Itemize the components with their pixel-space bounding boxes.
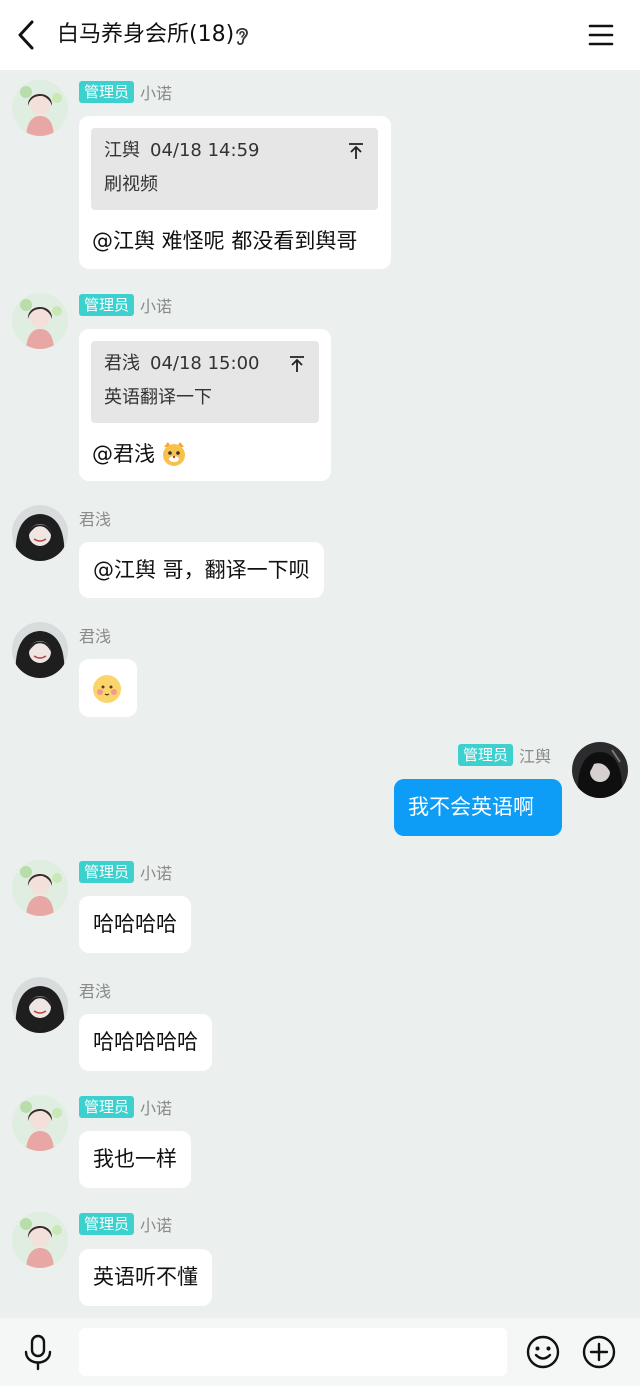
message-bubble[interactable]: 哈哈哈哈 xyxy=(79,896,191,953)
quote-time: 04/18 14:59 xyxy=(150,140,260,161)
avatar[interactable] xyxy=(12,505,68,561)
avatar[interactable] xyxy=(12,293,68,349)
message-text: @江舆 难怪呢 都没看到舆哥 xyxy=(92,229,358,253)
jump-up-icon[interactable] xyxy=(347,142,365,160)
cat-emoji-icon xyxy=(163,442,185,466)
message-bubble[interactable]: 我不会英语啊 xyxy=(394,779,562,836)
sender-name[interactable]: 小诺 xyxy=(140,1212,172,1236)
message-bubble[interactable]: 君浅 04/18 15:00 英语翻译一下 @君浅 xyxy=(79,329,331,481)
quote-author: 江舆 xyxy=(104,140,140,161)
sender-meta: 君浅 xyxy=(79,624,111,646)
sender-name[interactable]: 小诺 xyxy=(140,860,172,884)
message-text: @君浅 xyxy=(92,442,155,466)
sender-name[interactable]: 江舆 xyxy=(519,743,551,767)
message-bubble[interactable]: 英语听不懂 xyxy=(79,1249,212,1306)
sender-meta: 管理员 小诺 xyxy=(79,1096,172,1118)
message-bubble[interactable]: @江舆 哥，翻译一下呗 xyxy=(79,542,324,598)
avatar[interactable] xyxy=(12,80,68,136)
chat-title: 白马养身会所(18) xyxy=(57,22,235,47)
admin-badge: 管理员 xyxy=(79,81,135,103)
message-input[interactable] xyxy=(79,1328,507,1376)
sender-name[interactable]: 君浅 xyxy=(79,978,111,1002)
avatar[interactable] xyxy=(572,742,628,798)
avatar[interactable] xyxy=(12,1095,68,1151)
admin-badge: 管理员 xyxy=(79,1096,135,1118)
admin-badge: 管理员 xyxy=(458,744,514,766)
quoted-message[interactable]: 江舆 04/18 14:59 刷视频 xyxy=(91,128,378,210)
sender-meta: 管理员 小诺 xyxy=(79,861,172,883)
sender-meta: 管理员 小诺 xyxy=(79,1213,172,1235)
quote-text: 英语翻译一下 xyxy=(104,387,212,408)
sender-name[interactable]: 君浅 xyxy=(79,506,111,530)
message-content: @君浅 xyxy=(92,439,187,469)
voice-button[interactable] xyxy=(20,1332,56,1372)
emoji-button[interactable] xyxy=(525,1334,561,1370)
avatar[interactable] xyxy=(12,860,68,916)
message-bubble[interactable] xyxy=(79,659,137,717)
sender-name[interactable]: 小诺 xyxy=(140,293,172,317)
sender-meta: 君浅 xyxy=(79,507,111,529)
message-text: @江舆 哥，翻译一下呗 xyxy=(93,558,310,582)
message-text: 英语听不懂 xyxy=(93,1265,198,1289)
admin-badge: 管理员 xyxy=(79,294,135,316)
message-bubble[interactable]: 我也一样 xyxy=(79,1131,191,1188)
hamburger-icon xyxy=(588,24,614,46)
quote-author: 君浅 xyxy=(104,353,140,374)
message-text: 我也一样 xyxy=(93,1147,177,1171)
message-text: 哈哈哈哈哈 xyxy=(93,1030,198,1054)
avatar[interactable] xyxy=(12,622,68,678)
sender-meta: 君浅 xyxy=(79,979,111,1001)
jump-up-icon[interactable] xyxy=(288,355,306,373)
sender-name[interactable]: 小诺 xyxy=(140,80,172,104)
smiley-icon xyxy=(526,1335,560,1369)
input-bar xyxy=(0,1318,640,1386)
sender-name[interactable]: 君浅 xyxy=(79,623,111,647)
admin-badge: 管理员 xyxy=(79,861,135,883)
avatar[interactable] xyxy=(12,977,68,1033)
sender-meta: 管理员 小诺 xyxy=(79,81,172,103)
quoted-message[interactable]: 君浅 04/18 15:00 英语翻译一下 xyxy=(91,341,319,423)
top-bar: 白马养身会所(18) xyxy=(0,0,640,70)
message-text: 我不会英语啊 xyxy=(408,795,534,819)
message-bubble[interactable]: 哈哈哈哈哈 xyxy=(79,1014,212,1071)
chevron-left-icon xyxy=(18,20,34,50)
back-button[interactable] xyxy=(10,14,46,56)
quote-time: 04/18 15:00 xyxy=(150,353,260,374)
quote-text: 刷视频 xyxy=(104,174,158,195)
sender-meta: 管理员 小诺 xyxy=(79,294,172,316)
sender-name[interactable]: 小诺 xyxy=(140,1095,172,1119)
message-bubble[interactable]: 江舆 04/18 14:59 刷视频 @江舆 难怪呢 都没看到舆哥 xyxy=(79,116,391,269)
blush-emoji-icon xyxy=(93,675,121,703)
message-text: 哈哈哈哈 xyxy=(93,912,177,936)
plus-circle-icon xyxy=(582,1335,616,1369)
sender-meta: 管理员 江舆 xyxy=(458,744,551,766)
more-button[interactable] xyxy=(581,1334,617,1370)
avatar[interactable] xyxy=(12,1212,68,1268)
admin-badge: 管理员 xyxy=(79,1213,135,1235)
ear-icon xyxy=(232,24,252,48)
menu-button[interactable] xyxy=(586,20,616,50)
microphone-icon xyxy=(24,1334,52,1371)
